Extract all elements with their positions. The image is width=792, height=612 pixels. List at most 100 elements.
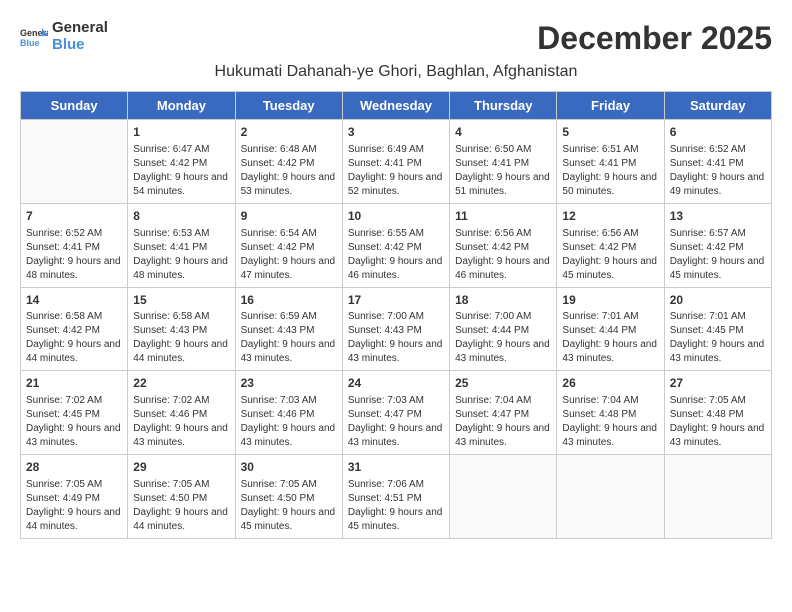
calendar-cell: 20Sunrise: 7:01 AMSunset: 4:45 PMDayligh… [664,287,771,371]
daylight-text: Daylight: 9 hours and 43 minutes. [348,422,444,450]
day-number: 13 [670,208,766,225]
day-number: 15 [133,292,229,309]
subtitle: Hukumati Dahanah-ye Ghori, Baghlan, Afgh… [20,63,772,81]
calendar-cell: 7Sunrise: 6:52 AMSunset: 4:41 PMDaylight… [21,203,128,287]
sunrise-text: Sunrise: 7:05 AM [670,394,766,408]
sunrise-text: Sunrise: 6:58 AM [133,310,229,324]
day-number: 29 [133,459,229,476]
day-number: 11 [455,208,551,225]
sunrise-text: Sunrise: 6:50 AM [455,143,551,157]
day-number: 19 [562,292,658,309]
sunrise-text: Sunrise: 7:02 AM [26,394,122,408]
daylight-text: Daylight: 9 hours and 46 minutes. [455,255,551,283]
sunrise-text: Sunrise: 7:03 AM [241,394,337,408]
sunset-text: Sunset: 4:51 PM [348,492,444,506]
daylight-text: Daylight: 9 hours and 44 minutes. [133,338,229,366]
sunrise-text: Sunrise: 6:49 AM [348,143,444,157]
sunset-text: Sunset: 4:45 PM [26,408,122,422]
daylight-text: Daylight: 9 hours and 50 minutes. [562,171,658,199]
sunset-text: Sunset: 4:41 PM [26,241,122,255]
sunset-text: Sunset: 4:50 PM [241,492,337,506]
daylight-text: Daylight: 9 hours and 48 minutes. [133,255,229,283]
sunset-text: Sunset: 4:42 PM [348,241,444,255]
calendar-cell [450,455,557,539]
sunrise-text: Sunrise: 6:54 AM [241,227,337,241]
sunset-text: Sunset: 4:44 PM [455,324,551,338]
daylight-text: Daylight: 9 hours and 43 minutes. [670,338,766,366]
calendar-header-wednesday: Wednesday [342,92,449,120]
sunset-text: Sunset: 4:45 PM [670,324,766,338]
sunrise-text: Sunrise: 6:56 AM [562,227,658,241]
logo-line2: Blue [52,37,108,54]
calendar-week-row: 7Sunrise: 6:52 AMSunset: 4:41 PMDaylight… [21,203,772,287]
sunset-text: Sunset: 4:41 PM [133,241,229,255]
calendar-cell: 13Sunrise: 6:57 AMSunset: 4:42 PMDayligh… [664,203,771,287]
day-number: 27 [670,375,766,392]
sunset-text: Sunset: 4:42 PM [241,241,337,255]
calendar-header-thursday: Thursday [450,92,557,120]
calendar-cell: 28Sunrise: 7:05 AMSunset: 4:49 PMDayligh… [21,455,128,539]
sunrise-text: Sunrise: 6:47 AM [133,143,229,157]
calendar-cell: 15Sunrise: 6:58 AMSunset: 4:43 PMDayligh… [128,287,235,371]
sunrise-text: Sunrise: 7:05 AM [133,478,229,492]
calendar-cell: 23Sunrise: 7:03 AMSunset: 4:46 PMDayligh… [235,371,342,455]
sunrise-text: Sunrise: 7:04 AM [562,394,658,408]
logo-line1: General [52,20,108,37]
daylight-text: Daylight: 9 hours and 43 minutes. [562,422,658,450]
sunrise-text: Sunrise: 7:00 AM [455,310,551,324]
day-number: 5 [562,124,658,141]
sunset-text: Sunset: 4:42 PM [241,157,337,171]
calendar-cell: 18Sunrise: 7:00 AMSunset: 4:44 PMDayligh… [450,287,557,371]
sunset-text: Sunset: 4:42 PM [670,241,766,255]
calendar-cell: 3Sunrise: 6:49 AMSunset: 4:41 PMDaylight… [342,120,449,204]
sunrise-text: Sunrise: 7:05 AM [241,478,337,492]
calendar-cell: 6Sunrise: 6:52 AMSunset: 4:41 PMDaylight… [664,120,771,204]
sunset-text: Sunset: 4:48 PM [562,408,658,422]
daylight-text: Daylight: 9 hours and 47 minutes. [241,255,337,283]
day-number: 9 [241,208,337,225]
day-number: 17 [348,292,444,309]
sunset-text: Sunset: 4:49 PM [26,492,122,506]
sunrise-text: Sunrise: 6:48 AM [241,143,337,157]
calendar-cell: 19Sunrise: 7:01 AMSunset: 4:44 PMDayligh… [557,287,664,371]
calendar-cell: 2Sunrise: 6:48 AMSunset: 4:42 PMDaylight… [235,120,342,204]
sunrise-text: Sunrise: 6:58 AM [26,310,122,324]
calendar-cell: 14Sunrise: 6:58 AMSunset: 4:42 PMDayligh… [21,287,128,371]
day-number: 25 [455,375,551,392]
calendar-header-monday: Monday [128,92,235,120]
logo-icon: General Blue [20,26,48,48]
sunrise-text: Sunrise: 6:55 AM [348,227,444,241]
calendar-week-row: 14Sunrise: 6:58 AMSunset: 4:42 PMDayligh… [21,287,772,371]
calendar-cell [664,455,771,539]
calendar-cell: 31Sunrise: 7:06 AMSunset: 4:51 PMDayligh… [342,455,449,539]
sunset-text: Sunset: 4:50 PM [133,492,229,506]
sunset-text: Sunset: 4:46 PM [241,408,337,422]
sunset-text: Sunset: 4:43 PM [241,324,337,338]
day-number: 22 [133,375,229,392]
calendar-cell: 27Sunrise: 7:05 AMSunset: 4:48 PMDayligh… [664,371,771,455]
daylight-text: Daylight: 9 hours and 45 minutes. [241,506,337,534]
calendar-cell: 4Sunrise: 6:50 AMSunset: 4:41 PMDaylight… [450,120,557,204]
daylight-text: Daylight: 9 hours and 44 minutes. [26,338,122,366]
day-number: 12 [562,208,658,225]
calendar-cell: 29Sunrise: 7:05 AMSunset: 4:50 PMDayligh… [128,455,235,539]
day-number: 24 [348,375,444,392]
calendar-cell: 10Sunrise: 6:55 AMSunset: 4:42 PMDayligh… [342,203,449,287]
calendar-cell: 9 Sunrise: 6:54 AMSunset: 4:42 PMDaylight… [235,203,342,287]
day-number: 30 [241,459,337,476]
day-number: 26 [562,375,658,392]
daylight-text: Daylight: 9 hours and 45 minutes. [562,255,658,283]
sunrise-text: Sunrise: 7:00 AM [348,310,444,324]
calendar-cell [557,455,664,539]
daylight-text: Daylight: 9 hours and 54 minutes. [133,171,229,199]
sunrise-text: Sunrise: 7:01 AM [670,310,766,324]
calendar-cell: 26 Sunrise: 7:04 AMSunset: 4:48 PMDayligh… [557,371,664,455]
sunrise-text: Sunrise: 6:53 AM [133,227,229,241]
calendar-cell: 5Sunrise: 6:51 AMSunset: 4:41 PMDaylight… [557,120,664,204]
sunset-text: Sunset: 4:42 PM [455,241,551,255]
day-number: 1 [133,124,229,141]
logo: General Blue General Blue [20,20,108,53]
calendar-cell: 11Sunrise: 6:56 AMSunset: 4:42 PMDayligh… [450,203,557,287]
calendar-cell [21,120,128,204]
sunset-text: Sunset: 4:43 PM [348,324,444,338]
